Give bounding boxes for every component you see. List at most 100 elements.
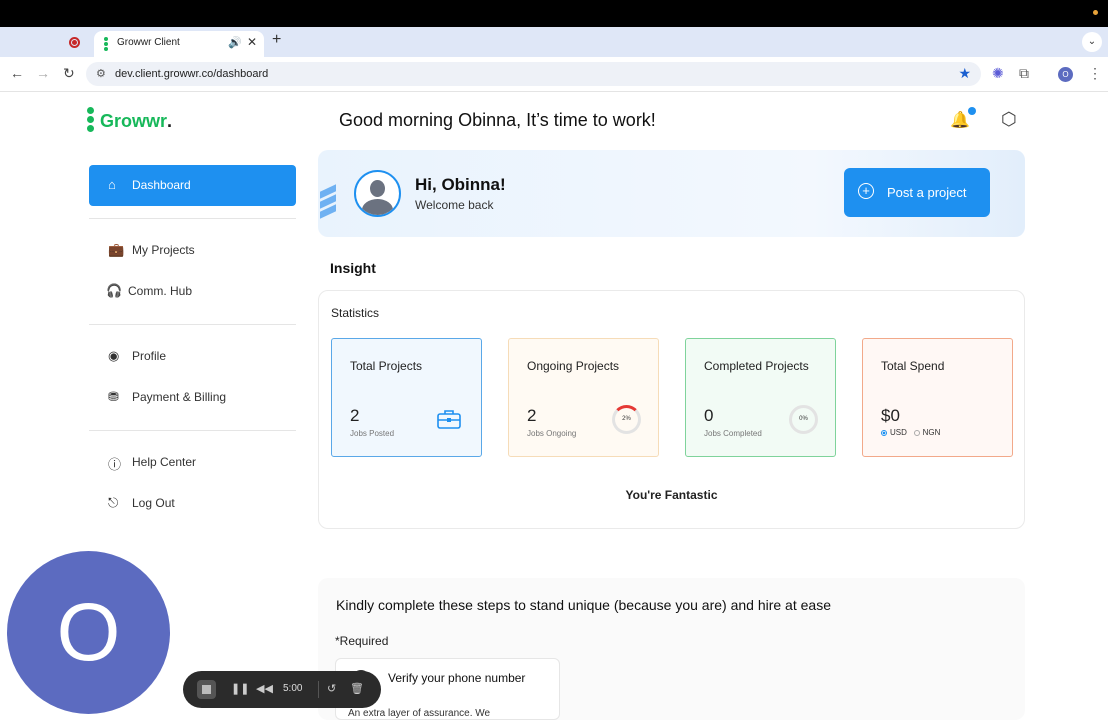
dashboard-icon: ⌂ — [108, 177, 116, 192]
sidebar-divider — [89, 430, 296, 431]
post-project-button[interactable]: + Post a project — [844, 168, 990, 217]
total-projects-card[interactable]: Total Projects 2 Jobs Posted — [331, 338, 482, 457]
sidebar-item-label: Help Center — [132, 455, 197, 469]
progress-ring: 2% — [612, 405, 641, 434]
currency-radio-group: USD NGN — [881, 428, 940, 437]
browser-menu-icon[interactable]: ⋮ — [1088, 65, 1102, 82]
stop-recording-button[interactable] — [197, 680, 216, 699]
card-title: Total Projects — [350, 359, 423, 373]
recording-timer: 5:00 — [283, 683, 303, 694]
card-title: Ongoing Projects — [527, 359, 620, 373]
briefcase-icon: 💼 — [108, 242, 125, 257]
notification-bell-icon[interactable]: 🔔 — [950, 107, 976, 130]
radio-ngn[interactable] — [913, 429, 920, 436]
fantastic-message: You're Fantastic — [625, 488, 718, 502]
sidebar-item-label: Dashboard — [132, 178, 191, 192]
logo-text: Growwr — [100, 111, 168, 131]
sidebar-item-dashboard[interactable]: ⌂ Dashboard — [89, 165, 296, 206]
step-description: An extra layer of assurance. We — [348, 708, 491, 719]
browser-profile-avatar[interactable]: O — [1058, 67, 1073, 82]
cube-settings-icon[interactable]: ⬡ — [1001, 109, 1017, 130]
card-subtitle: Jobs Completed — [704, 429, 762, 438]
billing-icon: ⛃ — [108, 389, 119, 404]
rewind-icon[interactable]: ◀◀ — [256, 682, 273, 695]
avatar[interactable] — [354, 170, 401, 217]
screen-recorder-bar: ❚❚ ◀◀ 5:00 ↺ 🗑 — [183, 671, 381, 708]
statistics-panel: Statistics Total Projects 2 Jobs Posted … — [318, 290, 1025, 529]
card-title: Total Spend — [881, 359, 945, 373]
restart-icon[interactable]: ↺ — [327, 682, 336, 695]
sidebar-item-label: Log Out — [132, 496, 175, 510]
logout-icon: ⎋ — [108, 495, 119, 510]
step-title: Verify your phone number — [388, 671, 526, 685]
page-greeting: Good morning Obinna, It’s time to work! — [339, 110, 656, 130]
card-subtitle: Jobs Ongoing — [527, 429, 577, 438]
plus-circle-icon: + — [858, 183, 874, 199]
webcam-avatar: O — [7, 551, 170, 714]
total-spend-card[interactable]: Total Spend $0 USD NGN — [862, 338, 1013, 457]
logo-mark-icon — [87, 107, 94, 134]
card-title: Completed Projects — [704, 359, 809, 373]
decorative-stripes — [320, 184, 336, 219]
browser-tab[interactable]: Growwr Client 🔊 ✕ — [94, 31, 264, 57]
new-tab-icon[interactable]: + — [272, 31, 281, 49]
logo-dot: . — [167, 111, 173, 131]
sidebar-item-comm-hub[interactable]: 🎧 Comm. Hub — [89, 271, 296, 312]
ongoing-projects-card[interactable]: Ongoing Projects 2 Jobs Ongoing 2% — [508, 338, 659, 457]
currency-label: USD — [890, 428, 907, 437]
card-value: 0 — [704, 406, 714, 425]
required-label: *Required — [335, 634, 389, 648]
welcome-title: Hi, Obinna! — [415, 175, 506, 194]
statistics-label: Statistics — [331, 306, 380, 320]
sidebar-item-profile[interactable]: ◉ Profile — [89, 336, 296, 377]
user-icon: ◉ — [108, 348, 120, 363]
radio-usd[interactable] — [881, 429, 887, 436]
sidebar-item-my-projects[interactable]: 💼 My Projects — [89, 230, 296, 271]
sidebar-item-label: Profile — [132, 349, 167, 363]
tab-search-chevron-icon[interactable]: ⌄ — [1082, 32, 1102, 52]
status-dot — [1093, 10, 1098, 15]
sidebar-item-label: Payment & Billing — [132, 390, 227, 404]
trash-icon[interactable]: 🗑 — [350, 682, 364, 695]
card-value: 2 — [527, 406, 537, 425]
sidebar-item-label: Comm. Hub — [128, 284, 193, 298]
sidebar-item-log-out[interactable]: ⎋ Log Out — [89, 483, 296, 524]
sidebar-item-payment-billing[interactable]: ⛃ Payment & Billing — [89, 377, 296, 418]
post-project-label: Post a project — [887, 185, 967, 200]
reload-icon[interactable]: ↻ — [63, 65, 75, 82]
completed-projects-card[interactable]: Completed Projects 0 Jobs Completed 0% — [685, 338, 836, 457]
steps-heading: Kindly complete these steps to stand uni… — [336, 597, 831, 613]
briefcase-icon — [437, 410, 461, 429]
recorder-divider — [318, 681, 319, 698]
currency-label: NGN — [922, 428, 941, 437]
close-tab-icon[interactable]: ✕ — [247, 35, 257, 49]
sidebar-divider — [89, 324, 296, 325]
welcome-subtitle: Welcome back — [415, 198, 494, 212]
card-value: 2 — [350, 406, 360, 425]
help-icon: ⓘ — [108, 457, 122, 472]
sidebar-item-label: My Projects — [132, 243, 195, 257]
notification-badge — [967, 107, 976, 115]
url-text[interactable]: dev.client.growwr.co/dashboard — [115, 68, 268, 80]
sidebar-item-help-center[interactable]: ⓘ Help Center — [89, 442, 296, 483]
puzzle-extensions-icon[interactable]: ⧉ — [1019, 65, 1029, 82]
sidebar-divider — [89, 218, 296, 219]
speaker-icon[interactable]: 🔊 — [228, 36, 242, 49]
pause-icon[interactable]: ❚❚ — [231, 682, 249, 695]
card-subtitle: Jobs Posted — [350, 429, 395, 438]
recording-indicator-icon — [69, 37, 80, 48]
welcome-banner: Hi, Obinna! Welcome back + Post a projec… — [318, 150, 1025, 237]
site-settings-icon[interactable]: ⚙ — [96, 67, 106, 80]
insight-heading: Insight — [330, 260, 376, 276]
screen-top-bar — [0, 0, 1108, 27]
headset-icon: 🎧 — [106, 283, 123, 298]
back-icon[interactable]: ← — [10, 65, 24, 81]
progress-ring: 0% — [789, 405, 818, 434]
onboarding-steps: Kindly complete these steps to stand uni… — [318, 578, 1025, 720]
url-bar[interactable]: ⚙ dev.client.growwr.co/dashboard ★ — [86, 62, 981, 86]
card-value: $0 — [881, 406, 900, 425]
extension-icon[interactable]: ✺ — [992, 65, 1004, 82]
forward-icon[interactable]: → — [36, 65, 50, 81]
growwr-favicon-icon — [104, 37, 108, 51]
bookmark-star-icon[interactable]: ★ — [958, 65, 971, 82]
